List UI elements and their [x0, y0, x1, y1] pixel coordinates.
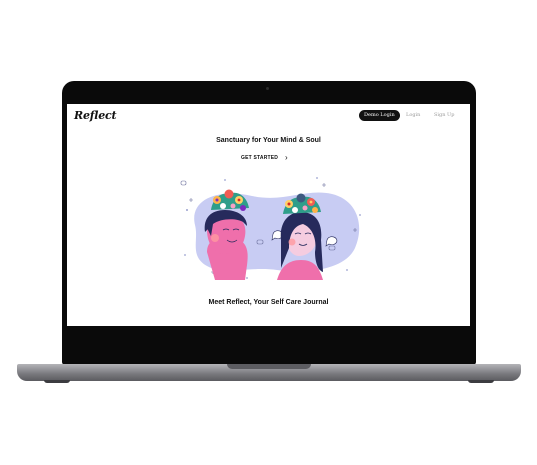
chevron-right-icon[interactable]: › [285, 153, 288, 162]
app-logo[interactable]: Reflect [74, 109, 117, 122]
login-link[interactable]: Login [406, 112, 420, 118]
hero-illustration [180, 177, 361, 280]
laptop-foot-right [468, 380, 494, 383]
tagline: Sanctuary for Your Mind & Soul [216, 137, 321, 144]
get-started-button[interactable]: GET STARTED [241, 155, 278, 161]
laptop-notch [227, 364, 311, 369]
laptop-foot-left [44, 380, 70, 383]
demo-login-button[interactable]: Demo Login [359, 110, 400, 121]
signup-link[interactable]: Sign Up [434, 112, 454, 118]
section-headline: Meet Reflect, Your Self Care Journal [208, 299, 329, 306]
screen: Reflect Demo Login Login Sign Up Sanctua… [67, 104, 470, 326]
camera-icon [266, 87, 269, 90]
